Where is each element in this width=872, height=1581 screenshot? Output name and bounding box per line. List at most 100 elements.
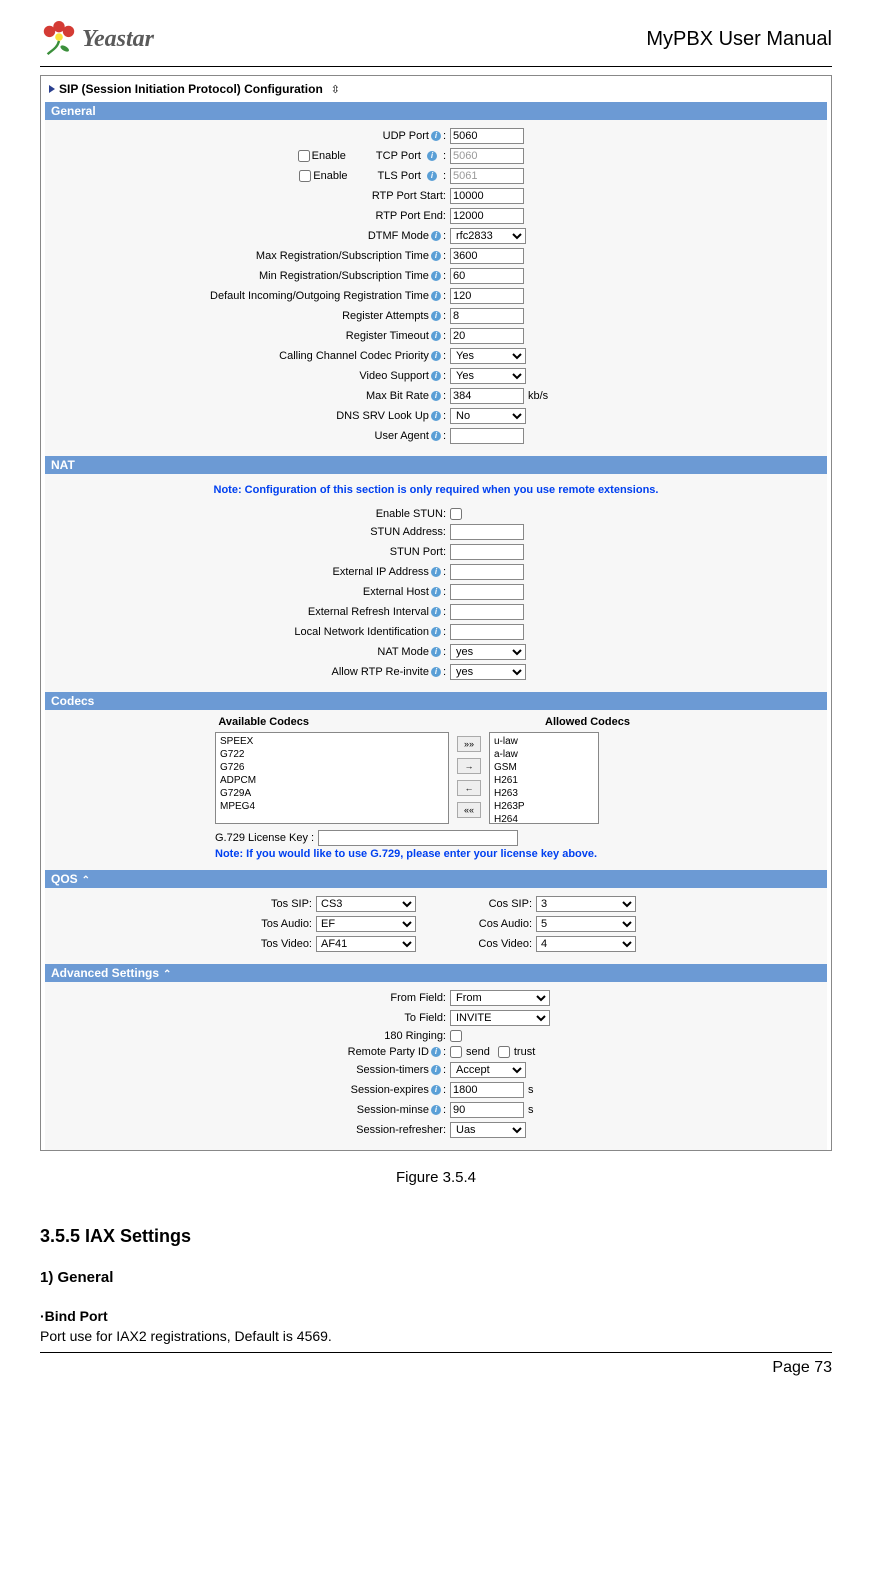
info-icon: i: [431, 1047, 441, 1057]
max-bit-input[interactable]: [450, 388, 524, 404]
rtp-start-input[interactable]: [450, 188, 524, 204]
allowed-header: Allowed Codecs: [515, 716, 817, 728]
g729-key-input[interactable]: [318, 830, 518, 846]
video-select[interactable]: Yes: [450, 368, 526, 384]
codec-item[interactable]: H263: [494, 787, 594, 800]
codec-item[interactable]: MPEG4: [220, 800, 444, 813]
tos-sip-select[interactable]: CS3: [316, 896, 416, 912]
codec-item[interactable]: u-law: [494, 735, 594, 748]
sess-minse-input[interactable]: [450, 1102, 524, 1118]
row-video: Video Supporti:Yes: [55, 366, 817, 386]
tcp-port-input[interactable]: [450, 148, 524, 164]
rtp-reinvite-select[interactable]: yes: [450, 664, 526, 680]
info-icon: i: [427, 151, 437, 161]
reg-att-input[interactable]: [450, 308, 524, 324]
page-title: MyPBX User Manual: [646, 28, 832, 51]
info-icon: i: [431, 627, 441, 637]
section-heading: 3.5.5 IAX Settings: [40, 1226, 832, 1247]
info-icon: i: [431, 251, 441, 261]
codec-item[interactable]: ADPCM: [220, 774, 444, 787]
row-180-ringing: 180 Ringing:: [55, 1028, 817, 1044]
codec-item[interactable]: SPEEX: [220, 735, 444, 748]
enable-stun-checkbox[interactable]: [450, 508, 462, 520]
info-icon: i: [431, 647, 441, 657]
cos-audio-select[interactable]: 5: [536, 916, 636, 932]
info-icon: i: [431, 331, 441, 341]
row-ext-host: External Hosti:: [55, 582, 817, 602]
stun-addr-input[interactable]: [450, 524, 524, 540]
to-field-select[interactable]: INVITE: [450, 1010, 550, 1026]
from-field-select[interactable]: From: [450, 990, 550, 1006]
dns-srv-select[interactable]: No: [450, 408, 526, 424]
codec-item[interactable]: G729A: [220, 787, 444, 800]
row-max-reg: Max Registration/Subscription Timei:: [55, 246, 817, 266]
udp-port-input[interactable]: [450, 128, 524, 144]
triangle-icon: [49, 85, 55, 93]
codec-item[interactable]: H263P: [494, 800, 594, 813]
allowed-codecs-list[interactable]: u-law a-law GSM H261 H263 H263P H264: [489, 732, 599, 824]
tls-enable-checkbox[interactable]: [299, 170, 311, 182]
codec-item[interactable]: a-law: [494, 748, 594, 761]
info-icon: i: [431, 391, 441, 401]
brand-logo: Yeastar: [40, 20, 154, 58]
remove-button[interactable]: ←: [457, 780, 481, 796]
nat-body: Note: Configuration of this section is o…: [45, 474, 827, 692]
add-button[interactable]: →: [457, 758, 481, 774]
flower-icon: [40, 20, 78, 58]
adv-body: From Field: From To Field: INVITE 180 Ring…: [45, 982, 827, 1150]
rpid-send-checkbox[interactable]: [450, 1046, 462, 1058]
chevron-icon: ⌃: [163, 969, 171, 980]
label: Min Registration/Subscription Time: [259, 271, 429, 282]
row-reg-to: Register Timeouti:: [55, 326, 817, 346]
user-agent-input[interactable]: [450, 428, 524, 444]
header-divider: [40, 66, 832, 67]
codec-item[interactable]: G722: [220, 748, 444, 761]
sess-timers-select[interactable]: Accept: [450, 1062, 526, 1078]
label: TCP Port: [376, 151, 421, 162]
cb-label: send: [466, 1047, 490, 1058]
available-codecs-list[interactable]: SPEEX G722 G726 ADPCM G729A MPEG4: [215, 732, 449, 824]
codec-item[interactable]: GSM: [494, 761, 594, 774]
label: Cos Audio:: [456, 918, 536, 930]
sess-refresh-select[interactable]: Uas: [450, 1122, 526, 1138]
cos-sip-select[interactable]: 3: [536, 896, 636, 912]
tls-port-input[interactable]: [450, 168, 524, 184]
rpid-trust-checkbox[interactable]: [498, 1046, 510, 1058]
available-header: Available Codecs: [55, 716, 315, 728]
remove-all-button[interactable]: ««: [457, 802, 481, 818]
codec-item[interactable]: H261: [494, 774, 594, 787]
label: To Field:: [404, 1013, 446, 1024]
label: External Refresh Interval: [308, 607, 429, 618]
min-reg-input[interactable]: [450, 268, 524, 284]
add-all-button[interactable]: »»: [457, 736, 481, 752]
ext-host-input[interactable]: [450, 584, 524, 600]
ringing-checkbox[interactable]: [450, 1030, 462, 1042]
nat-note: Note: Configuration of this section is o…: [55, 480, 817, 506]
label: From Field:: [390, 993, 446, 1004]
max-reg-input[interactable]: [450, 248, 524, 264]
row-local-net: Local Network Identificationi:: [55, 622, 817, 642]
tcp-enable-checkbox[interactable]: [298, 150, 310, 162]
stun-port-input[interactable]: [450, 544, 524, 560]
row-remote-party: Remote Party IDi: send trust: [55, 1044, 817, 1060]
nat-mode-select[interactable]: yes: [450, 644, 526, 660]
cos-video-select[interactable]: 4: [536, 936, 636, 952]
codec-pri-select[interactable]: Yes: [450, 348, 526, 364]
tos-audio-select[interactable]: EF: [316, 916, 416, 932]
label: Calling Channel Codec Priority: [279, 351, 429, 362]
ext-refresh-input[interactable]: [450, 604, 524, 620]
ext-ip-input[interactable]: [450, 564, 524, 580]
general-body: UDP Porti: Enable TCP Porti: Enable TLS …: [45, 120, 827, 456]
row-qos-video: Tos Video:AF41 Cos Video:4: [55, 934, 817, 954]
label: Max Bit Rate: [366, 391, 429, 402]
tos-video-select[interactable]: AF41: [316, 936, 416, 952]
dtmf-select[interactable]: rfc2833: [450, 228, 526, 244]
sess-exp-input[interactable]: [450, 1082, 524, 1098]
reg-to-input[interactable]: [450, 328, 524, 344]
row-sess-exp: Session-expiresi:s: [55, 1080, 817, 1100]
local-net-input[interactable]: [450, 624, 524, 640]
codec-item[interactable]: H264: [494, 813, 594, 826]
def-reg-input[interactable]: [450, 288, 524, 304]
rtp-end-input[interactable]: [450, 208, 524, 224]
codec-item[interactable]: G726: [220, 761, 444, 774]
